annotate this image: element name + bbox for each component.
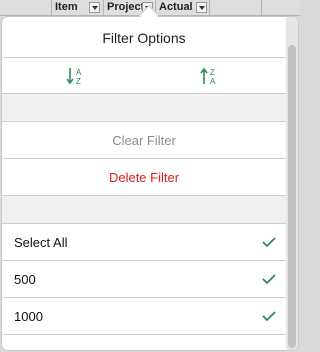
svg-text:A: A xyxy=(210,77,216,86)
svg-text:A: A xyxy=(76,68,82,77)
section-spacer-2 xyxy=(2,196,286,224)
scrollbar[interactable] xyxy=(286,17,298,350)
list-item-label: Select All xyxy=(14,235,68,250)
filter-options-popover: Filter Options A Z Z A Clear Filter Dele… xyxy=(1,16,299,351)
list-item-select-all[interactable]: Select All xyxy=(2,224,286,261)
scrollbar-thumb[interactable] xyxy=(288,45,296,348)
clear-filter-button[interactable]: Clear Filter xyxy=(2,122,286,159)
filter-dropdown-item[interactable] xyxy=(89,2,100,13)
column-header-item-label: Item xyxy=(55,1,78,13)
popover-title: Filter Options xyxy=(2,17,286,58)
section-spacer xyxy=(2,94,286,122)
checkmark-icon xyxy=(262,274,276,285)
list-item-500[interactable]: 500 xyxy=(2,261,286,298)
list-item-1000[interactable]: 1000 xyxy=(2,298,286,335)
checkmark-icon xyxy=(262,311,276,322)
list-item-label: 500 xyxy=(14,272,36,287)
delete-filter-button[interactable]: Delete Filter xyxy=(2,159,286,196)
svg-text:Z: Z xyxy=(76,77,81,86)
checkmark-icon xyxy=(262,237,276,248)
sort-buttons-row: A Z Z A xyxy=(2,58,286,94)
svg-text:Z: Z xyxy=(210,68,215,77)
list-item-label: 1000 xyxy=(14,309,43,324)
sort-descending-za-icon[interactable]: Z A xyxy=(198,64,222,88)
column-header-actual-label: Actual xyxy=(159,1,193,13)
sort-ascending-az-icon[interactable]: A Z xyxy=(64,64,88,88)
column-header-blank xyxy=(0,0,52,16)
filter-dropdown-actual[interactable] xyxy=(196,2,207,13)
column-header-blank-2 xyxy=(210,0,262,16)
column-header-project-label: Project xyxy=(107,1,145,13)
